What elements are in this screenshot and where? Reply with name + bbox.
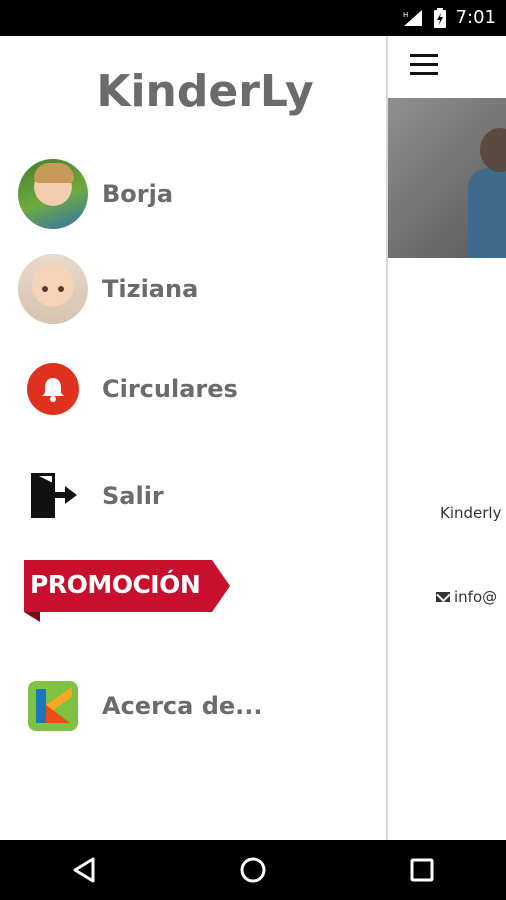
- promo-label: PROMOCIÓN: [30, 570, 201, 599]
- back-icon: [73, 857, 95, 883]
- drawer-item-acerca[interactable]: Acerca de...: [18, 668, 368, 744]
- drawer-item-tiziana[interactable]: Tiziana: [18, 251, 368, 327]
- status-time: 7:01: [455, 7, 496, 28]
- battery-icon: [433, 8, 446, 28]
- background-text: Kinderly: [440, 504, 502, 522]
- drawer-item-label: Salir: [102, 482, 164, 510]
- drawer-item-label: Acerca de...: [102, 692, 263, 720]
- drawer-item-circulares[interactable]: Circulares: [18, 351, 368, 427]
- exit-door-icon: [18, 461, 88, 531]
- svg-text:H: H: [403, 11, 408, 19]
- hamburger-menu-icon[interactable]: [410, 54, 440, 80]
- avatar-tiziana: [18, 254, 88, 324]
- promo-banner[interactable]: PROMOCIÓN: [24, 560, 230, 622]
- drawer-item-label: Tiziana: [102, 275, 199, 303]
- screen: H 7:01 Kinderly info@ KinderLy Borja Tiz…: [0, 0, 506, 900]
- kinderly-logo-icon: [18, 671, 88, 741]
- avatar-borja: [18, 159, 88, 229]
- drawer-title: KinderLy: [96, 66, 314, 117]
- mail-icon: [436, 592, 450, 602]
- bell-icon: [18, 354, 88, 424]
- home-button[interactable]: [223, 840, 283, 900]
- background-app: Kinderly info@: [386, 36, 506, 840]
- back-button[interactable]: [54, 840, 114, 900]
- background-email: info@: [436, 588, 497, 606]
- recents-icon: [410, 858, 434, 882]
- signal-icon: H: [403, 10, 422, 26]
- drawer-item-borja[interactable]: Borja: [18, 156, 368, 232]
- recents-button[interactable]: [392, 840, 452, 900]
- status-icons: H 7:01: [402, 8, 496, 28]
- navigation-drawer: KinderLy Borja Tiziana Circulares Salir …: [0, 36, 386, 840]
- header-photo: [388, 98, 506, 258]
- status-bar: H 7:01: [0, 0, 506, 36]
- background-email-text: info@: [454, 588, 498, 606]
- system-nav-bar: [0, 840, 506, 900]
- drawer-item-label: Borja: [102, 180, 174, 208]
- drawer-item-label: Circulares: [102, 375, 238, 403]
- drawer-item-salir[interactable]: Salir: [18, 458, 368, 534]
- home-icon: [240, 857, 266, 883]
